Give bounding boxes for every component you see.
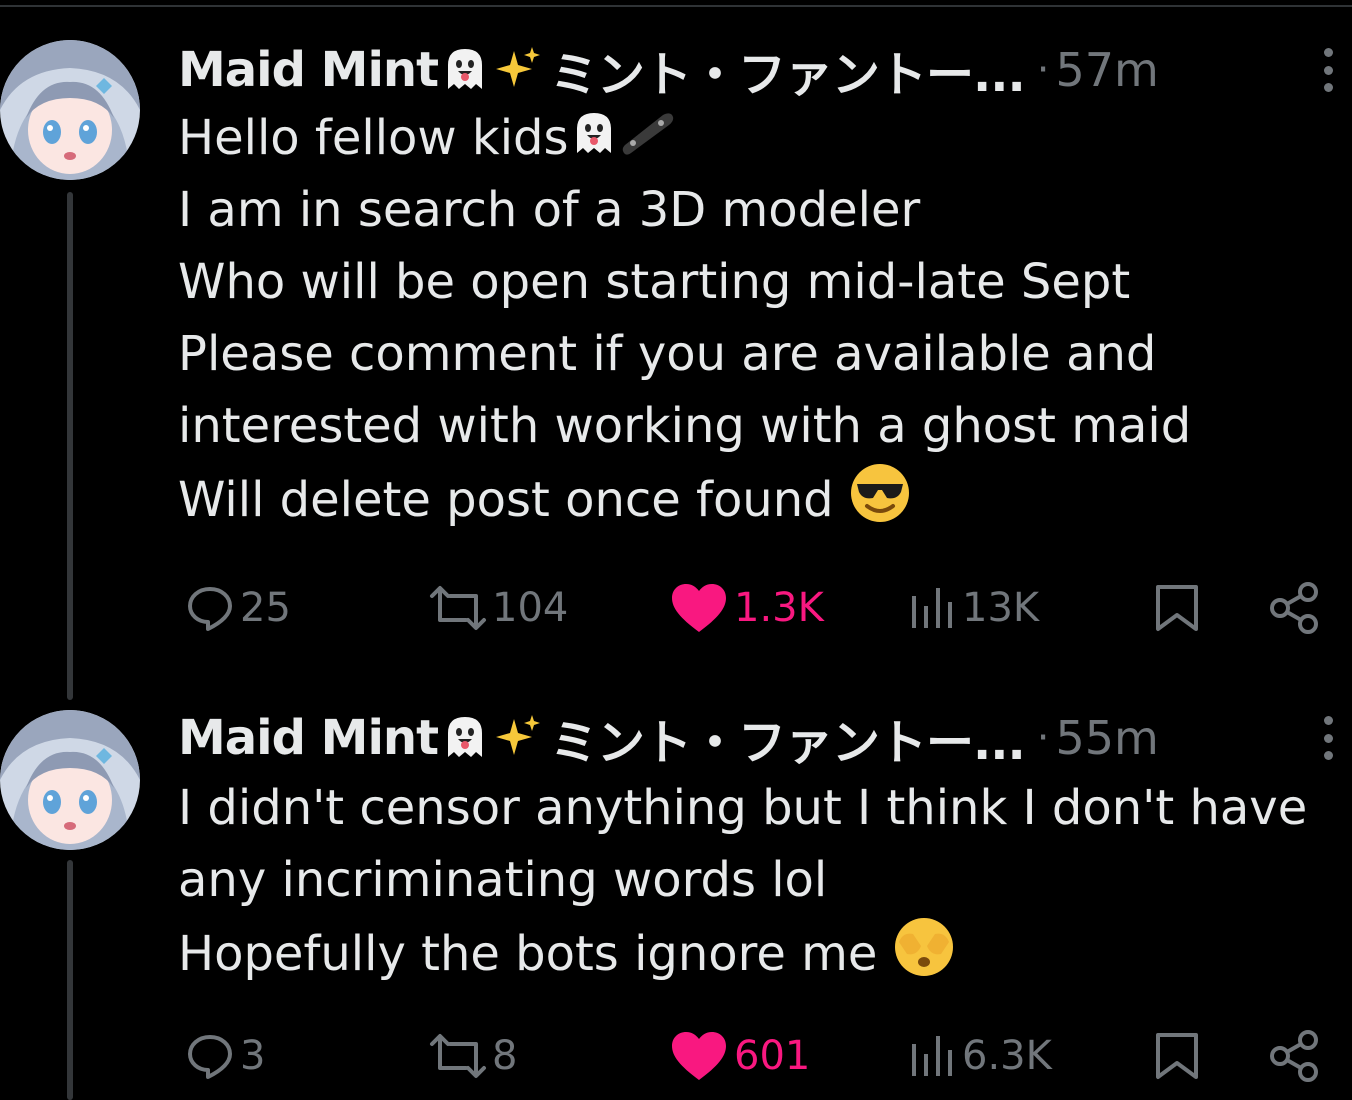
repost-count: 104 bbox=[492, 585, 569, 631]
like-button[interactable]: 1.3K bbox=[670, 578, 824, 638]
tweet-line: Hello fellow kids bbox=[178, 102, 1352, 174]
tweet-line: Will delete post once found bbox=[178, 462, 1352, 534]
bookmark-icon bbox=[1156, 1033, 1198, 1079]
reply-count: 3 bbox=[240, 1033, 266, 1079]
face-covering-eyes-icon bbox=[893, 916, 955, 988]
tweet-text: Hello fellow kids I am in search of a 3D… bbox=[178, 102, 1352, 534]
ghost-icon bbox=[569, 105, 619, 177]
bookmark-icon bbox=[1156, 585, 1198, 631]
reply-count: 25 bbox=[240, 585, 291, 631]
tweet[interactable]: Maid Mint ミント・ファントー... · 55m I didn't ce… bbox=[0, 680, 1352, 1100]
ghost-icon bbox=[440, 711, 490, 765]
tweet-line: I didn't censor anything but I think I d… bbox=[178, 780, 1308, 836]
author-name[interactable]: Maid Mint bbox=[178, 710, 439, 766]
ghost-icon bbox=[440, 43, 490, 97]
speech-bubble-icon bbox=[188, 1035, 232, 1079]
avatar[interactable] bbox=[0, 40, 140, 180]
heart-icon bbox=[672, 584, 726, 632]
like-count: 601 bbox=[734, 1033, 811, 1079]
author-name[interactable]: Maid Mint bbox=[178, 42, 439, 98]
avatar[interactable] bbox=[0, 710, 140, 850]
sparkles-icon bbox=[494, 711, 544, 765]
tweet-line: Please comment if you are available and bbox=[178, 326, 1157, 382]
repost-button[interactable]: 8 bbox=[424, 1026, 517, 1086]
vertical-dots-icon[interactable] bbox=[1320, 48, 1336, 92]
timestamp[interactable]: 57m bbox=[1055, 43, 1158, 97]
reply-button[interactable]: 25 bbox=[186, 578, 291, 638]
cool-face-icon bbox=[849, 462, 911, 544]
tweet-line: any incriminating words lol bbox=[178, 852, 828, 908]
like-button[interactable]: 601 bbox=[670, 1026, 810, 1086]
reply-button[interactable]: 3 bbox=[186, 1026, 265, 1086]
bookmark-button[interactable] bbox=[1154, 578, 1200, 638]
share-icon bbox=[1270, 1030, 1318, 1082]
repost-button[interactable]: 104 bbox=[424, 578, 568, 638]
tweet-line: Hopefully the bots ignore me bbox=[178, 916, 1352, 988]
like-count: 1.3K bbox=[734, 585, 824, 631]
author-suffix[interactable]: ミント・ファントー... bbox=[550, 35, 1026, 105]
share-button[interactable] bbox=[1266, 1026, 1322, 1086]
vertical-dots-icon[interactable] bbox=[1320, 716, 1336, 760]
action-bar: 25 104 1.3K 13K bbox=[0, 578, 1352, 638]
tweet-line: interested with working with a ghost mai… bbox=[178, 398, 1192, 454]
views-button[interactable]: 6.3K bbox=[908, 1026, 1052, 1086]
tweet-line: I am in search of a 3D modeler bbox=[178, 182, 921, 238]
timestamp[interactable]: 55m bbox=[1055, 711, 1158, 765]
separator: · bbox=[1036, 47, 1050, 93]
action-bar: 3 8 601 6.3K bbox=[0, 1026, 1352, 1086]
sparkles-icon bbox=[494, 43, 544, 97]
share-button[interactable] bbox=[1266, 578, 1322, 638]
bar-chart-icon bbox=[912, 1036, 952, 1076]
tweet-header: Maid Mint ミント・ファントー... · 57m bbox=[178, 40, 1159, 103]
speech-bubble-icon bbox=[188, 587, 232, 631]
tweet-text: I didn't censor anything but I think I d… bbox=[178, 772, 1352, 988]
view-count: 13K bbox=[962, 585, 1040, 631]
views-button[interactable]: 13K bbox=[908, 578, 1039, 638]
bookmark-button[interactable] bbox=[1154, 1026, 1200, 1086]
separator: · bbox=[1036, 715, 1050, 761]
tweet-line: Who will be open starting mid-late Sept bbox=[178, 254, 1131, 310]
heart-icon bbox=[672, 1032, 726, 1080]
view-count: 6.3K bbox=[962, 1033, 1052, 1079]
repost-arrows-icon bbox=[430, 586, 486, 630]
skateboard-icon bbox=[619, 105, 675, 177]
author-suffix[interactable]: ミント・ファントー... bbox=[550, 703, 1026, 773]
repost-count: 8 bbox=[492, 1033, 518, 1079]
tweet-header: Maid Mint ミント・ファントー... · 55m bbox=[178, 708, 1159, 771]
bar-chart-icon bbox=[912, 588, 952, 628]
repost-arrows-icon bbox=[430, 1034, 486, 1078]
tweet[interactable]: Maid Mint ミント・ファントー... · 57m Hello fello… bbox=[0, 0, 1352, 680]
share-icon bbox=[1270, 582, 1318, 634]
